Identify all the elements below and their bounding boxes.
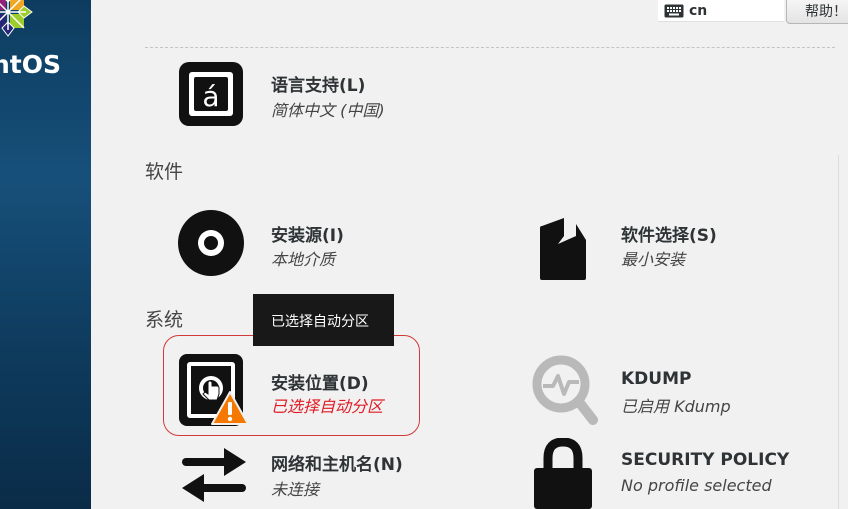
sidebar: ntOS bbox=[0, 0, 91, 509]
spoke-title: 软件选择(S) bbox=[621, 226, 717, 246]
spoke-installation-source[interactable]: 安装源(I) 本地介质 bbox=[170, 204, 470, 280]
keyboard-icon bbox=[664, 4, 684, 17]
divider bbox=[145, 47, 835, 48]
spoke-title: 安装源(I) bbox=[271, 226, 344, 246]
spoke-language-support[interactable]: á 语言支持(L) 简体中文 (中国) bbox=[170, 58, 470, 132]
spoke-title: KDUMP bbox=[621, 369, 692, 389]
network-arrows-icon bbox=[182, 448, 246, 502]
svg-text:á: á bbox=[202, 80, 219, 113]
spoke-title: 网络和主机名(N) bbox=[271, 455, 403, 475]
magnifier-icon bbox=[532, 355, 598, 425]
spoke-title: 语言支持(L) bbox=[271, 76, 366, 96]
scroll-edge bbox=[838, 155, 839, 509]
tooltip: 已选择自动分区 bbox=[253, 294, 394, 346]
package-icon bbox=[540, 218, 586, 280]
section-label-software: 软件 bbox=[145, 161, 184, 183]
keyboard-layout-label: cn bbox=[689, 2, 708, 19]
spoke-status: 最小安装 bbox=[621, 250, 686, 269]
spoke-status: 已启用 Kdump bbox=[621, 397, 731, 416]
spoke-title: SECURITY POLICY bbox=[621, 450, 790, 470]
spoke-software-selection[interactable]: 软件选择(S) 最小安装 bbox=[530, 204, 820, 280]
spoke-security-policy[interactable]: SECURITY POLICY No profile selected bbox=[530, 436, 820, 509]
language-icon: á bbox=[179, 62, 243, 126]
disc-icon bbox=[178, 210, 244, 276]
spoke-network-hostname[interactable]: 网络和主机名(N) 未连接 bbox=[170, 436, 470, 509]
section-label-system: 系统 bbox=[145, 309, 184, 331]
spoke-kdump[interactable]: KDUMP 已启用 Kdump bbox=[530, 352, 820, 428]
spoke-status: 本地介质 bbox=[271, 250, 336, 269]
sidebar-brand: ntOS bbox=[0, 50, 62, 79]
keyboard-layout-indicator[interactable]: cn bbox=[658, 0, 784, 22]
destination-highlight-ring bbox=[163, 335, 420, 436]
spoke-status: No profile selected bbox=[621, 476, 772, 495]
spoke-status: 未连接 bbox=[271, 480, 320, 499]
lock-icon bbox=[534, 438, 592, 509]
centos-logo bbox=[0, 0, 33, 37]
spoke-status: 简体中文 (中国) bbox=[271, 101, 385, 120]
help-button[interactable]: 帮助！ bbox=[786, 0, 848, 24]
